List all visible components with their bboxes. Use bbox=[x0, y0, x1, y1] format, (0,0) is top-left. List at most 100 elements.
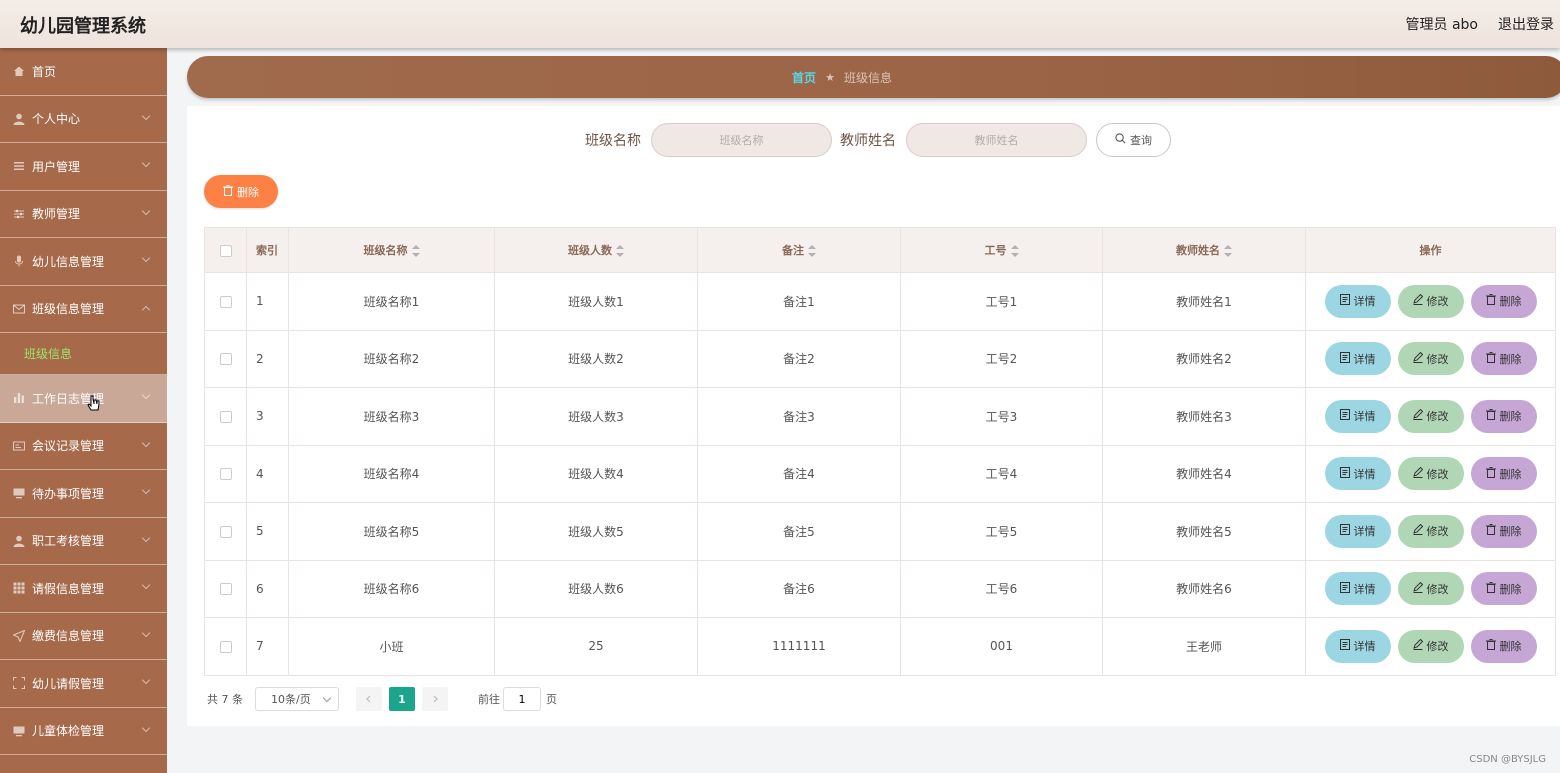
delete-button[interactable]: 删除 bbox=[1470, 457, 1537, 491]
detail-button[interactable]: 详情 bbox=[1324, 399, 1391, 433]
sidebar-item-5[interactable]: 班级信息管理 bbox=[0, 286, 167, 333]
sidebar-item-10[interactable]: 请假信息管理 bbox=[0, 565, 167, 613]
delete-button[interactable]: 删除 bbox=[1470, 342, 1537, 376]
detail-button[interactable]: 详情 bbox=[1324, 572, 1391, 606]
breadcrumb: 首页 ★ 班级信息 bbox=[187, 56, 1560, 98]
delete-button[interactable]: 删除 bbox=[1470, 629, 1537, 663]
logout-link[interactable]: 退出登录 bbox=[1498, 14, 1554, 34]
header-teacher[interactable]: 教师姓名 bbox=[1102, 227, 1306, 273]
header-note[interactable]: 备注 bbox=[697, 227, 901, 273]
row-checkbox[interactable] bbox=[219, 640, 232, 653]
table-row: 2 班级名称2 班级人数2 备注2 工号2 教师姓名2 详情 修改 删除 bbox=[204, 329, 1556, 388]
chevron-right-icon bbox=[433, 695, 438, 703]
row-checkbox[interactable] bbox=[219, 353, 232, 366]
sidebar-item-3[interactable]: 教师管理 bbox=[0, 191, 167, 238]
edit-button[interactable]: 修改 bbox=[1397, 342, 1464, 376]
edit-button[interactable]: 修改 bbox=[1397, 514, 1464, 548]
sidebar-item-1[interactable]: 个人中心 bbox=[0, 96, 167, 143]
breadcrumb-current: 班级信息 bbox=[843, 70, 892, 85]
sidebar-item-9[interactable]: 职工考核管理 bbox=[0, 518, 167, 565]
sidebar-item-7[interactable]: 会议记录管理 bbox=[0, 423, 167, 470]
document-icon bbox=[1339, 581, 1350, 596]
row-class-name: 小班 bbox=[288, 617, 495, 676]
prev-page-button[interactable] bbox=[356, 687, 382, 711]
row-checkbox[interactable] bbox=[219, 468, 232, 481]
batch-delete-button[interactable]: 删除 bbox=[204, 175, 278, 208]
detail-button[interactable]: 详情 bbox=[1324, 342, 1391, 376]
header-class-name[interactable]: 班级名称 bbox=[288, 227, 495, 273]
row-checkbox[interactable] bbox=[219, 410, 232, 423]
goto-page-input[interactable] bbox=[503, 687, 541, 711]
trash-icon bbox=[1485, 639, 1496, 653]
chevron-down-icon bbox=[141, 675, 151, 685]
row-teacher: 教师姓名3 bbox=[1102, 387, 1306, 446]
delete-button[interactable]: 删除 bbox=[1470, 399, 1537, 433]
breadcrumb-separator: ★ bbox=[825, 70, 835, 84]
row-teacher: 教师姓名6 bbox=[1102, 559, 1306, 618]
edit-button[interactable]: 修改 bbox=[1397, 399, 1464, 433]
sidebar-item-12[interactable]: 幼儿请假管理 bbox=[0, 660, 167, 708]
header-job-no[interactable]: 工号 bbox=[900, 227, 1103, 273]
sidebar-item-4[interactable]: 幼儿信息管理 bbox=[0, 238, 167, 286]
delete-button[interactable]: 删除 bbox=[1470, 284, 1537, 318]
edit-button[interactable]: 修改 bbox=[1397, 572, 1464, 606]
pencil-icon bbox=[1412, 351, 1423, 366]
edit-button[interactable]: 修改 bbox=[1397, 629, 1464, 663]
next-page-button[interactable] bbox=[422, 687, 448, 711]
sidebar-item-6[interactable]: 工作日志管理 bbox=[0, 375, 167, 423]
sort-icon[interactable] bbox=[616, 245, 624, 257]
row-checkbox[interactable] bbox=[219, 525, 232, 538]
class-table: 索引 班级名称 班级人数 备注 工号 教师姓名 操作 1 班级名称1 班级人数1 备注… bbox=[204, 227, 1556, 676]
pencil-icon bbox=[1412, 581, 1423, 596]
row-checkbox[interactable] bbox=[219, 295, 232, 308]
pencil-icon bbox=[1412, 524, 1423, 538]
row-actions: 详情 修改 删除 bbox=[1305, 559, 1556, 618]
sidebar-item-11[interactable]: 缴费信息管理 bbox=[0, 613, 167, 660]
submenu-item-class-info[interactable]: 班级信息 bbox=[0, 333, 167, 375]
detail-button[interactable]: 详情 bbox=[1324, 457, 1391, 491]
sidebar-item-label: 会议记录管理 bbox=[32, 439, 105, 454]
sort-icon[interactable] bbox=[808, 245, 816, 257]
card-icon bbox=[12, 439, 25, 452]
header-ops: 操作 bbox=[1305, 227, 1556, 273]
document-icon bbox=[1339, 466, 1350, 481]
sort-icon[interactable] bbox=[1224, 245, 1232, 257]
edit-button[interactable]: 修改 bbox=[1397, 457, 1464, 491]
goto-suffix: 页 bbox=[546, 693, 557, 706]
chevron-down-icon bbox=[141, 253, 151, 263]
row-job-no: 工号6 bbox=[900, 559, 1103, 618]
sort-icon[interactable] bbox=[1010, 245, 1019, 257]
detail-button[interactable]: 详情 bbox=[1324, 284, 1391, 318]
chevron-down-icon bbox=[141, 628, 151, 637]
class-name-input[interactable] bbox=[651, 123, 832, 157]
delete-button[interactable]: 删除 bbox=[1470, 572, 1537, 606]
bar-chart-icon bbox=[12, 392, 25, 405]
page-size-select[interactable]: 10条/页 bbox=[255, 687, 339, 711]
teacher-name-input[interactable] bbox=[906, 123, 1087, 157]
detail-button[interactable]: 详情 bbox=[1324, 514, 1391, 548]
table-row: 1 班级名称1 班级人数1 备注1 工号1 教师姓名1 详情 修改 删除 bbox=[204, 272, 1556, 331]
query-button[interactable]: 查询 bbox=[1096, 123, 1171, 157]
breadcrumb-home[interactable]: 首页 bbox=[792, 69, 816, 86]
sidebar-item-2[interactable]: 用户管理 bbox=[0, 143, 167, 191]
page-number[interactable]: 1 bbox=[389, 687, 415, 711]
edit-button[interactable]: 修改 bbox=[1397, 284, 1464, 318]
sidebar-item-8[interactable]: 待办事项管理 bbox=[0, 470, 167, 518]
row-checkbox[interactable] bbox=[219, 583, 232, 596]
row-select-cell bbox=[204, 272, 247, 331]
sidebar-item-label: 首页 bbox=[32, 64, 57, 79]
trash-icon bbox=[1485, 409, 1496, 423]
delete-button[interactable]: 删除 bbox=[1470, 514, 1537, 548]
header-count[interactable]: 班级人数 bbox=[494, 227, 698, 273]
header-index: 索引 bbox=[246, 227, 289, 273]
detail-button[interactable]: 详情 bbox=[1324, 629, 1391, 663]
class-name-label: 班级名称 bbox=[585, 133, 641, 149]
sidebar-item-13[interactable]: 儿童体检管理 bbox=[0, 708, 167, 755]
mouse-cursor-icon bbox=[87, 395, 101, 419]
row-class-name: 班级名称6 bbox=[288, 559, 495, 618]
sidebar-item-0[interactable]: 首页 bbox=[0, 48, 167, 96]
row-job-no: 工号1 bbox=[900, 272, 1103, 331]
sort-icon[interactable] bbox=[411, 245, 420, 257]
select-all-checkbox[interactable] bbox=[219, 244, 232, 257]
current-user[interactable]: 管理员 abo bbox=[1406, 14, 1478, 34]
